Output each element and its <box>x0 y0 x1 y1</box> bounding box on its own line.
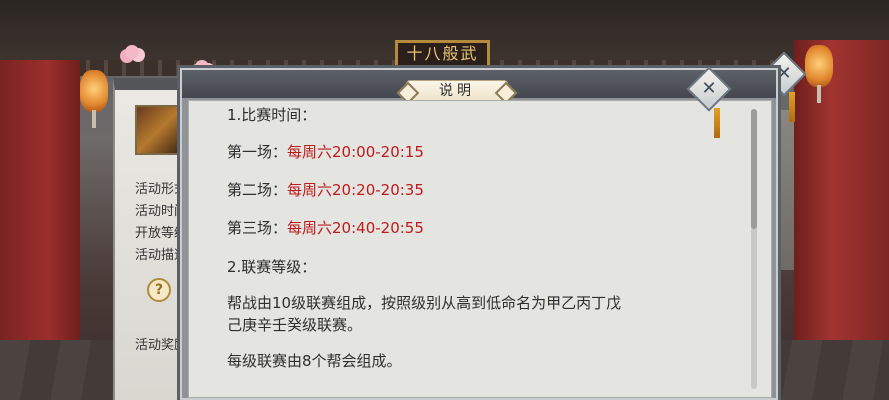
session-time: 每周六20:20-20:35 <box>287 181 424 199</box>
session-row-1: 第一场：每周六20:00-20:15 <box>227 142 424 163</box>
league-desc-line-1: 帮战由10级联赛组成，按照级别从高到低命名为甲乙丙丁戊 <box>227 294 622 312</box>
left-red-pillar <box>0 60 80 350</box>
lantern-icon <box>80 70 108 128</box>
help-dialog: 说明 1.比赛时间： 第一场：每周六20:00-20:15 第二场：每周六20:… <box>180 68 778 400</box>
league-desc-line-3: 每级联赛由8个帮会组成。 <box>227 352 402 370</box>
session-time: 每周六20:00-20:15 <box>287 143 424 161</box>
session-row-3: 第三场：每周六20:40-20:55 <box>227 218 424 239</box>
blossom-icon <box>125 45 139 59</box>
right-red-pillar <box>794 40 889 350</box>
close-icon: ✕ <box>701 78 717 99</box>
session-time: 每周六20:40-20:55 <box>287 219 424 237</box>
session-label: 第二场： <box>227 181 288 199</box>
section-league-level-heading: 2.联赛等级： <box>227 258 317 276</box>
dialog-title: 说明 <box>439 83 475 99</box>
temple-sign: 十八般武 <box>395 40 490 70</box>
dialog-content[interactable]: 1.比赛时间： 第一场：每周六20:00-20:15 第二场：每周六20:20-… <box>188 100 772 398</box>
activity-thumbnail <box>135 105 183 155</box>
tassel-decoration <box>789 92 795 122</box>
dialog-scrollbar[interactable] <box>751 109 757 389</box>
session-row-2: 第二场：每周六20:20-20:35 <box>227 180 424 201</box>
session-label: 第三场： <box>227 219 288 237</box>
tassel-decoration <box>714 108 720 138</box>
section-match-time-heading: 1.比赛时间： <box>227 106 317 124</box>
dialog-title-plate: 说明 <box>406 80 508 102</box>
scroll-thumb[interactable] <box>751 109 757 229</box>
league-desc-line-2: 己庚辛壬癸级联赛。 <box>227 316 363 334</box>
session-label: 第一场： <box>227 143 288 161</box>
lantern-icon <box>805 45 833 103</box>
help-icon[interactable]: ? <box>147 278 171 302</box>
